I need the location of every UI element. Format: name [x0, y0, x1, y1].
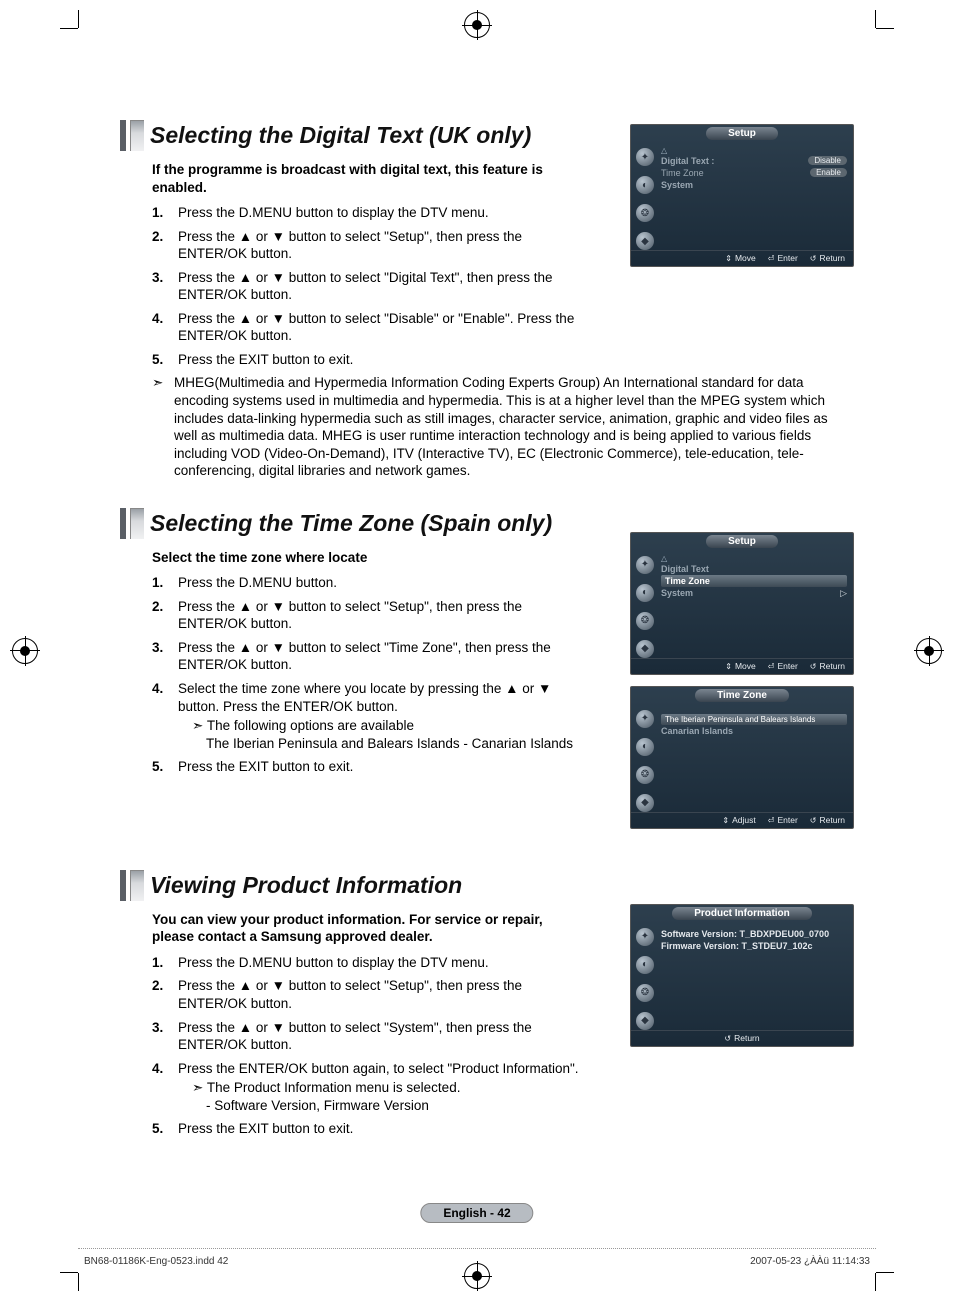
- osd-icon: ✦: [636, 556, 654, 574]
- osd-row: System ▷: [661, 587, 847, 599]
- osd-icon: ✦: [636, 928, 654, 946]
- osd-foot-enter: Enter: [768, 253, 798, 263]
- footer-timestamp: 2007-05-23 ¿ÀÀü 11:14:33: [750, 1256, 870, 1267]
- right-arrow-icon: ▷: [840, 588, 847, 599]
- osd-foot-move: Move: [725, 661, 756, 671]
- osd-icon: ❂: [636, 984, 654, 1002]
- crop-mark: [78, 1273, 79, 1291]
- osd-foot-return: Return: [810, 661, 845, 671]
- osd-icon: ◆: [636, 794, 654, 812]
- crop-mark: [78, 10, 79, 28]
- crop-mark: [60, 28, 78, 29]
- step-text: Press the D.MENU button to display the D…: [178, 954, 580, 972]
- step-text: Press the ENTER/OK button again, to sele…: [178, 1061, 579, 1076]
- osd-icon: ◆: [636, 1012, 654, 1030]
- osd-icon: ✦: [636, 148, 654, 166]
- crop-mark: [876, 1272, 894, 1273]
- osd-option: Enable: [810, 168, 847, 177]
- section-time-zone: Selecting the Time Zone (Spain only) Sel…: [120, 508, 840, 842]
- footer-divider: [78, 1248, 876, 1249]
- note-text: MHEG(Multimedia and Hypermedia Informati…: [174, 374, 840, 479]
- osd-product-info: Product Information ✦ ◐ ❂ ◆ Software Ver…: [630, 904, 854, 1047]
- registration-mark-icon: [464, 12, 490, 38]
- osd-title: Setup: [706, 535, 778, 548]
- osd-icon: ✦: [636, 710, 654, 728]
- note: MHEG(Multimedia and Hypermedia Informati…: [152, 374, 840, 479]
- osd-foot-return: Return: [810, 253, 845, 263]
- step-text: Press the ▲ or ▼ button to select "Syste…: [178, 1019, 580, 1054]
- arrow-icon: [152, 374, 174, 479]
- crop-mark: [875, 10, 876, 28]
- osd-info-line: Firmware Version: T_STDEU7_102c: [661, 940, 847, 952]
- osd-foot-enter: Enter: [768, 815, 798, 825]
- osd-foot-adjust: Adjust: [722, 815, 755, 825]
- osd-icon: ◐: [636, 176, 654, 194]
- osd-row: Canarian Islands: [661, 725, 847, 737]
- step-text: Press the D.MENU button.: [178, 574, 580, 592]
- osd-icon: ❂: [636, 612, 654, 630]
- sub-note: The Iberian Peninsula and Balears Island…: [206, 735, 580, 753]
- section-product-info: Viewing Product Information You can view…: [120, 870, 840, 1138]
- osd-icon: ◐: [636, 584, 654, 602]
- crop-mark: [875, 1273, 876, 1291]
- osd-option: Disable: [808, 156, 847, 165]
- crop-mark: [60, 1272, 78, 1273]
- registration-mark-icon: [464, 1263, 490, 1289]
- osd-title: Setup: [706, 127, 778, 140]
- up-triangle-icon: △: [661, 554, 847, 563]
- osd-foot-move: Move: [725, 253, 756, 263]
- osd-row: Time Zone Enable: [661, 167, 847, 179]
- sub-note: - Software Version, Firmware Version: [206, 1097, 580, 1115]
- osd-setup-timezone: Setup ✦ ◐ ❂ ◆ △ Digital Text Time Zone S…: [630, 532, 854, 675]
- osd-icon: ◐: [636, 738, 654, 756]
- page-number-badge: English - 42: [420, 1203, 533, 1223]
- footer-filename: BN68-01186K-Eng-0523.indd 42: [84, 1256, 228, 1267]
- registration-mark-icon: [12, 638, 38, 664]
- osd-icon: ❂: [636, 204, 654, 222]
- osd-foot-return: Return: [810, 815, 845, 825]
- crop-mark: [876, 28, 894, 29]
- osd-info-line: Software Version: T_BDXPDEU00_0700: [661, 928, 847, 940]
- step-text: Press the ▲ or ▼ button to select "Digit…: [178, 269, 580, 304]
- osd-icon: ◆: [636, 640, 654, 658]
- sub-note: The Product Information menu is selected…: [192, 1079, 580, 1097]
- step-text: Press the ▲ or ▼ button to select "Time …: [178, 639, 580, 674]
- osd-foot-enter: Enter: [768, 661, 798, 671]
- step-text: Press the ▲ or ▼ button to select "Setup…: [178, 228, 580, 263]
- sub-note: The following options are available: [192, 717, 580, 735]
- step-text: Press the EXIT button to exit.: [178, 1120, 580, 1138]
- osd-row-selected: The Iberian Peninsula and Balears Island…: [661, 714, 847, 725]
- heading: Viewing Product Information: [120, 870, 840, 901]
- osd-icon: ◆: [636, 232, 654, 250]
- registration-mark-icon: [916, 638, 942, 664]
- step-text: Press the EXIT button to exit.: [178, 351, 580, 369]
- osd-title: Product Information: [672, 907, 812, 920]
- step-text: Press the ▲ or ▼ button to select "Disab…: [178, 310, 580, 345]
- osd-setup-digital-text: Setup ✦ ◐ ❂ ◆ △ Digital Text : Disable T…: [630, 124, 854, 267]
- step-text: Press the ▲ or ▼ button to select "Setup…: [178, 977, 580, 1012]
- step-text: Press the EXIT button to exit.: [178, 758, 580, 776]
- step-text: Press the D.MENU button to display the D…: [178, 204, 580, 222]
- osd-timezone-list: Time Zone ✦ ◐ ❂ ◆ The Iberian Peninsula …: [630, 686, 854, 829]
- osd-row-selected: Time Zone: [661, 575, 847, 587]
- osd-title: Time Zone: [695, 689, 789, 702]
- heading-title: Selecting the Digital Text (UK only): [150, 120, 531, 151]
- osd-row: Digital Text : Disable: [661, 155, 847, 167]
- step-text: Select the time zone where you locate by…: [178, 681, 551, 714]
- osd-foot-return: Return: [724, 1033, 759, 1043]
- up-triangle-icon: △: [661, 146, 847, 155]
- step-text: Press the ▲ or ▼ button to select "Setup…: [178, 598, 580, 633]
- heading-title: Selecting the Time Zone (Spain only): [150, 508, 552, 539]
- osd-row: Digital Text: [661, 563, 847, 575]
- osd-icon: ❂: [636, 766, 654, 784]
- osd-icon: ◐: [636, 956, 654, 974]
- heading-title: Viewing Product Information: [150, 870, 462, 901]
- osd-row: System: [661, 179, 847, 191]
- section-digital-text: Selecting the Digital Text (UK only) If …: [120, 120, 840, 480]
